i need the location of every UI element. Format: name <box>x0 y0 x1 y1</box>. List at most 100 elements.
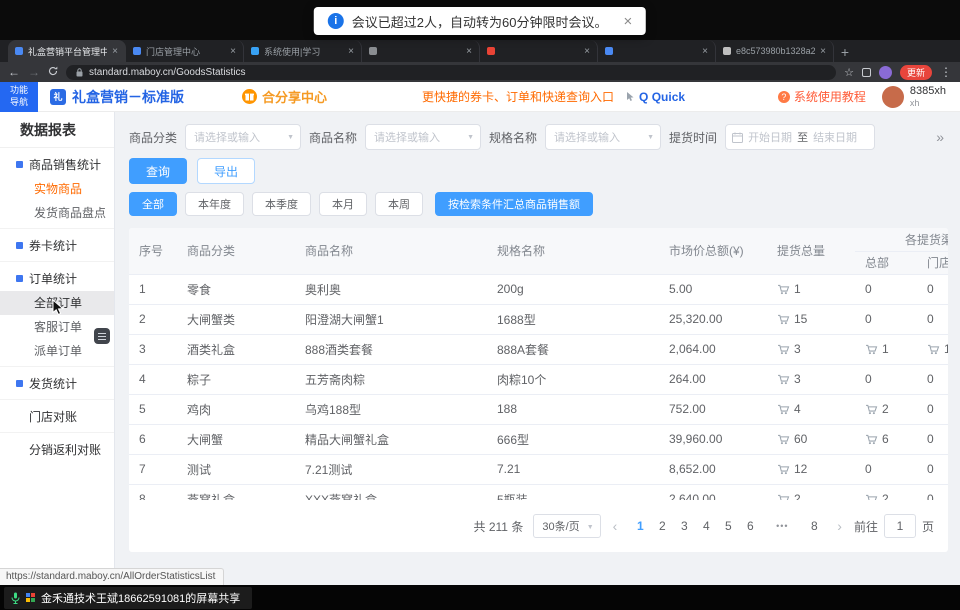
search-button[interactable]: 查询 <box>129 158 187 184</box>
sidebar-group[interactable]: 券卡统计 <box>0 232 114 258</box>
period-tab-month[interactable]: 本月 <box>319 192 367 216</box>
page-number[interactable]: 3 <box>673 515 695 537</box>
last-page-number[interactable]: 8 <box>803 515 825 537</box>
page-number[interactable]: 5 <box>717 515 739 537</box>
page-number[interactable]: 4 <box>695 515 717 537</box>
browser-update-button[interactable]: 更新 <box>900 65 932 80</box>
col-header-qty: 提货总量 <box>767 228 855 274</box>
browser-tab[interactable]: × <box>598 40 716 62</box>
pickup-qty-value: 0 <box>865 282 872 296</box>
collapse-panel-icon[interactable]: » <box>936 129 948 145</box>
extensions-icon[interactable] <box>862 68 871 77</box>
browser-tab[interactable]: 门店管理中心× <box>126 40 244 62</box>
period-tab-all[interactable]: 全部 <box>129 192 177 216</box>
col-header-store: 门店 <box>917 251 948 274</box>
page-number[interactable]: 1 <box>629 515 651 537</box>
pickup-qty-cell: 15 <box>767 304 855 334</box>
address-bar[interactable]: standard.maboy.cn/GoodsStatistics <box>66 65 836 80</box>
pickup-qty-value: 0 <box>927 492 934 500</box>
export-button[interactable]: 导出 <box>197 158 255 184</box>
screen-share-chip[interactable]: 金禾通技术王斌18662591081的屏幕共享 <box>4 587 252 609</box>
sidebar-group[interactable]: 订单统计 <box>0 265 114 291</box>
new-tab-button[interactable]: + <box>834 42 856 62</box>
sales-table: 序号 商品分类 商品名称 规格名称 市场价总额(¥) 提货总量 各提货渠道 总部… <box>129 228 948 500</box>
back-icon[interactable]: ← <box>8 66 20 78</box>
browser-tab[interactable]: 系统使用|学习× <box>244 40 362 62</box>
page-number[interactable]: 2 <box>651 515 673 537</box>
col-header-category: 商品分类 <box>177 228 295 274</box>
bookmark-star-icon[interactable]: ☆ <box>844 66 854 79</box>
browser-tab[interactable]: × <box>362 40 480 62</box>
sidebar-item[interactable]: 发货商品盘点 <box>0 201 114 225</box>
pickup-qty-value: 3 <box>794 372 801 386</box>
table-row: 3酒类礼盒888酒类套餐888A套餐2,064.00311 <box>129 334 948 364</box>
start-date-placeholder: 开始日期 <box>748 129 792 145</box>
browser-tab[interactable]: e8c573980b1328a258fd2e6l× <box>716 40 834 62</box>
pickup-qty-cell: 0 <box>855 304 917 334</box>
sidebar-section: 门店对账 <box>0 399 114 432</box>
tab-close-icon[interactable]: × <box>348 46 354 57</box>
quick-label: Q Quick <box>639 90 685 104</box>
pickup-cart-icon <box>777 344 790 355</box>
table-scroll-area[interactable]: 序号 商品分类 商品名称 规格名称 市场价总额(¥) 提货总量 各提货渠道 总部… <box>129 228 948 500</box>
sidebar-group[interactable]: 分销返利对账 <box>0 436 114 462</box>
share-center-link[interactable]: 合分享中心 <box>242 87 327 106</box>
tab-close-icon[interactable]: × <box>584 46 590 57</box>
browser-tab[interactable]: × <box>480 40 598 62</box>
function-nav-toggle[interactable]: 功能 导航 <box>0 82 38 112</box>
pickup-qty-cell: 0 <box>855 364 917 394</box>
table-cell: 测试 <box>177 454 295 484</box>
pickup-qty-value: 0 <box>865 312 872 326</box>
table-cell: 888A套餐 <box>487 334 659 364</box>
page-number[interactable]: 6 <box>739 515 761 537</box>
sidebar-collapse-handle[interactable] <box>94 328 110 344</box>
tab-close-icon[interactable]: × <box>466 46 472 57</box>
sidebar-item[interactable]: 实物商品 <box>0 177 114 201</box>
end-date-placeholder: 结束日期 <box>813 129 857 145</box>
tab-favicon-icon <box>369 47 377 55</box>
filter-label-spec: 规格名称 <box>489 129 537 146</box>
pickup-qty-value: 15 <box>794 312 807 326</box>
sidebar-group[interactable]: 门店对账 <box>0 403 114 429</box>
period-tab-year[interactable]: 本年度 <box>185 192 244 216</box>
sidebar-group-label: 门店对账 <box>29 408 77 425</box>
pickup-qty-cell: 1 <box>917 334 948 364</box>
tutorial-link[interactable]: ? 系统使用教程 <box>778 88 866 105</box>
browser-profile-avatar[interactable] <box>879 66 892 79</box>
sidebar-group[interactable]: 商品销售统计 <box>0 151 114 177</box>
pickup-qty-cell: 0 <box>917 304 948 334</box>
pickup-qty-cell: 60 <box>767 424 855 454</box>
page-size-select[interactable]: 30条/页 ▼ <box>533 514 600 538</box>
pickup-cart-icon <box>865 434 878 445</box>
summary-by-filter-button[interactable]: 按检索条件汇总商品销售额 <box>435 192 593 216</box>
next-page-icon[interactable]: › <box>835 518 844 534</box>
goto-page-input[interactable] <box>884 514 916 538</box>
tab-close-icon[interactable]: × <box>230 46 236 57</box>
refresh-icon[interactable] <box>48 66 58 78</box>
pickup-date-range-input[interactable]: 开始日期 至 结束日期 <box>725 124 875 150</box>
tab-close-icon[interactable]: × <box>820 46 826 57</box>
quick-entry-link[interactable]: Q Quick <box>626 90 685 104</box>
tab-close-icon[interactable]: × <box>702 46 708 57</box>
calendar-icon <box>732 132 743 143</box>
toast-close-icon[interactable]: × <box>623 13 632 30</box>
page-numbers: 123456 <box>629 515 761 537</box>
browser-menu-icon[interactable]: ⋮ <box>940 65 952 79</box>
spec-select[interactable]: 请选择或输入 ▼ <box>545 124 661 150</box>
category-select[interactable]: 请选择或输入 ▼ <box>185 124 301 150</box>
product-name-select[interactable]: 请选择或输入 ▼ <box>365 124 481 150</box>
tab-close-icon[interactable]: × <box>112 46 118 57</box>
user-name-block[interactable]: 8385xh xh <box>910 85 946 108</box>
tutorial-label: 系统使用教程 <box>794 88 866 105</box>
screen-share-text: 金禾通技术王斌18662591081的屏幕共享 <box>41 590 240 606</box>
table-cell: 5.00 <box>659 274 767 304</box>
user-avatar[interactable] <box>882 86 904 108</box>
forward-icon[interactable]: → <box>28 66 40 78</box>
table-cell: 粽子 <box>177 364 295 394</box>
period-tab-week[interactable]: 本周 <box>375 192 423 216</box>
prev-page-icon[interactable]: ‹ <box>611 518 620 534</box>
browser-tab[interactable]: 礼盒营销平台管理中心× <box>8 40 126 62</box>
sidebar-group[interactable]: 发货统计 <box>0 370 114 396</box>
sidebar-item[interactable]: 全部订单 <box>0 291 114 315</box>
period-tab-quarter[interactable]: 本季度 <box>252 192 311 216</box>
